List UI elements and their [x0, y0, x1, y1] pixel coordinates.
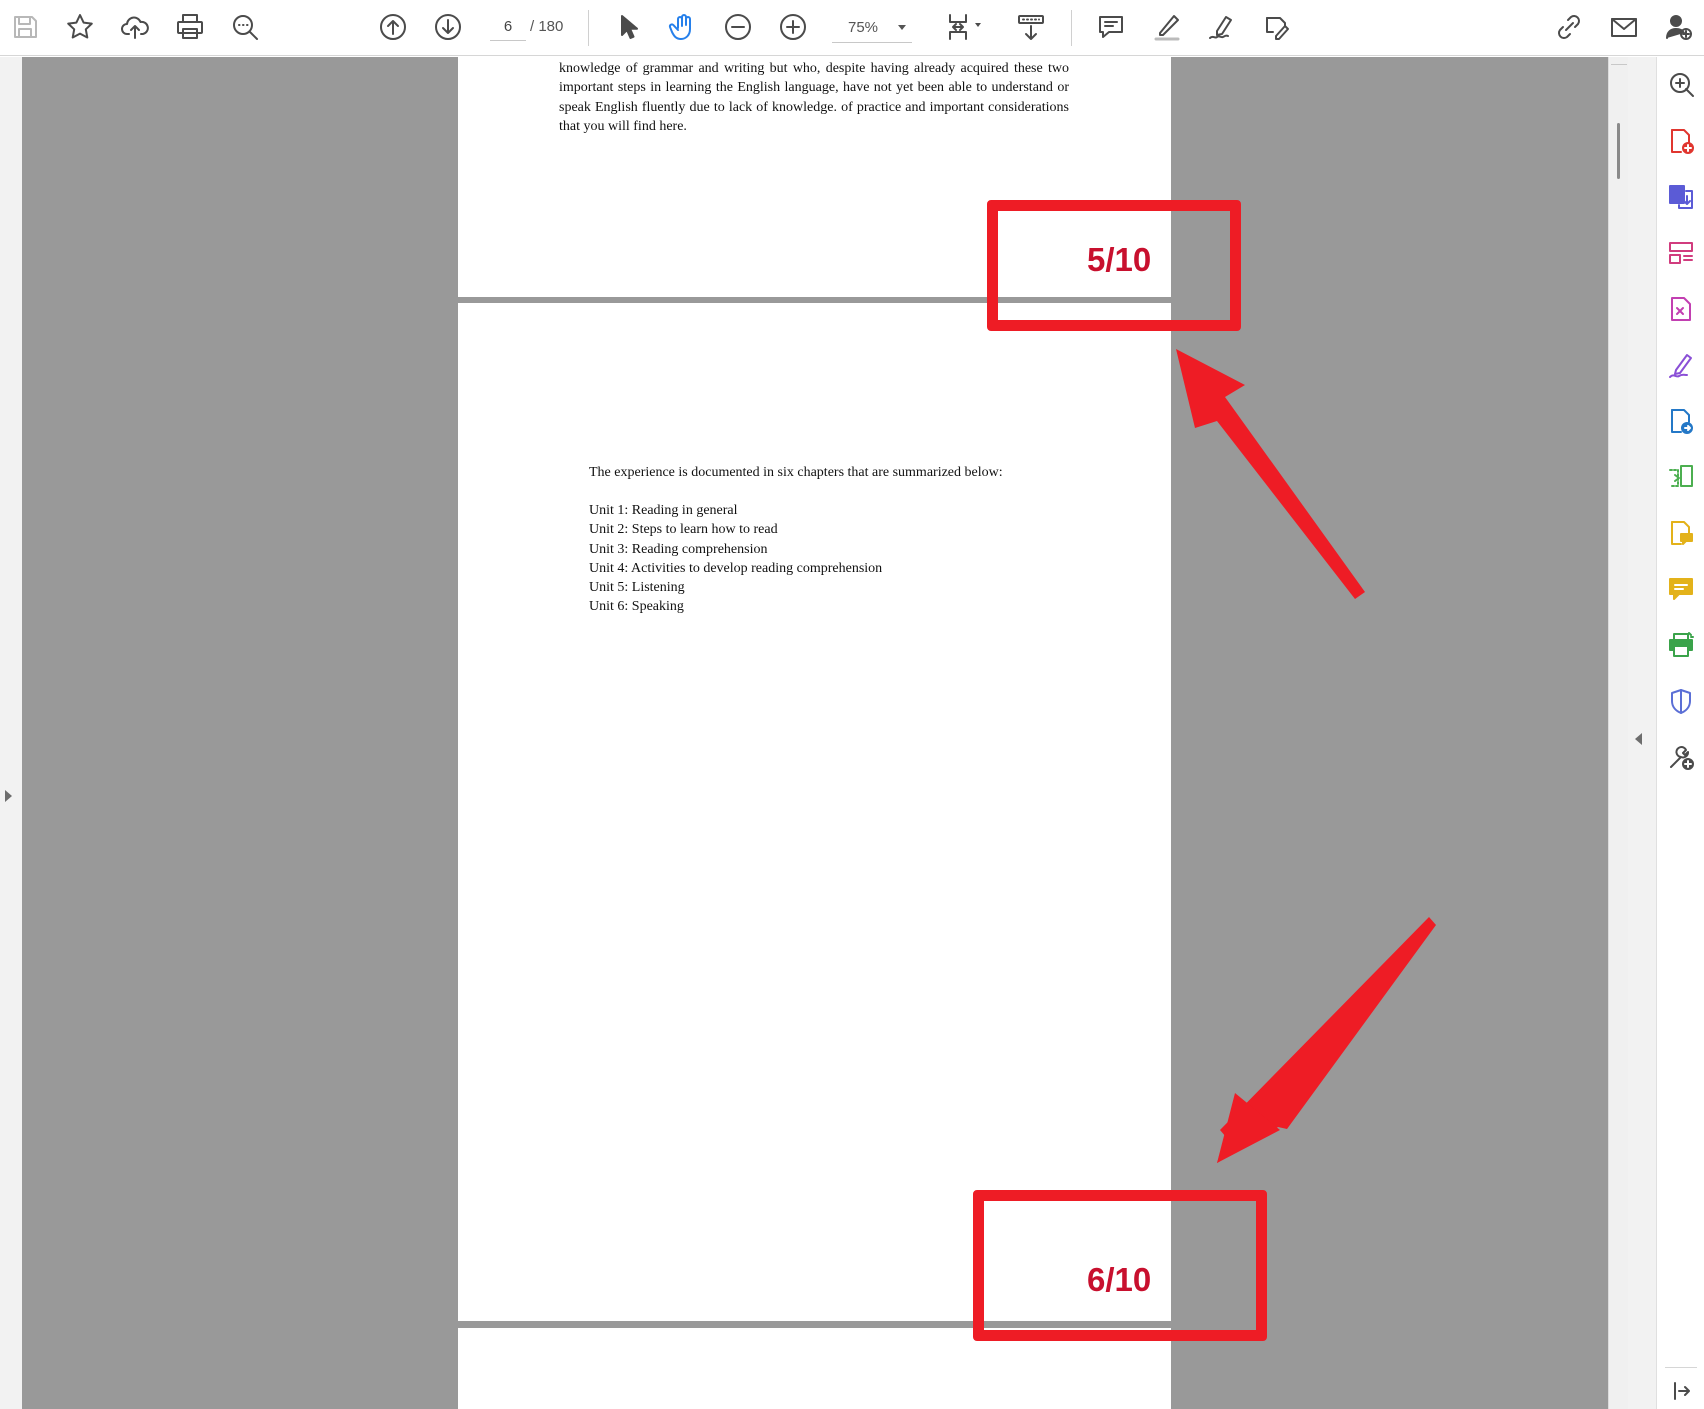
comment-icon[interactable] [1092, 8, 1130, 46]
highlight-box-top [987, 200, 1241, 331]
email-icon[interactable] [1605, 8, 1643, 46]
main-toolbar: / 180 75% [0, 0, 1704, 56]
draw-sign-icon[interactable] [1203, 8, 1241, 46]
combine-files-icon[interactable] [1665, 461, 1697, 493]
search-zoom-icon[interactable] [226, 8, 264, 46]
bookmark-star-icon[interactable] [61, 8, 99, 46]
page-fit-icon[interactable] [940, 8, 988, 46]
highlight-box-bottom [973, 1190, 1267, 1341]
collapse-panel-icon[interactable] [1665, 1375, 1697, 1407]
vertical-scrollbar[interactable] [1608, 57, 1628, 1409]
protect-shield-icon[interactable] [1665, 685, 1697, 717]
list-item: Unit 6: Speaking [589, 599, 684, 615]
left-panel-strip [0, 57, 22, 1409]
organize-pages-icon[interactable] [1665, 237, 1697, 269]
expand-left-panel-icon[interactable] [5, 790, 12, 802]
fill-sign-icon[interactable] [1665, 349, 1697, 381]
scrollbar-thumb[interactable] [1617, 123, 1620, 179]
chapters-intro-text: The experience is documented in six chap… [589, 465, 1003, 480]
document-viewport[interactable]: knowledge of grammar and writing but who… [22, 57, 1608, 1409]
list-item: Unit 2: Steps to learn how to read [589, 522, 778, 538]
right-panel-strip [1628, 57, 1656, 1409]
hand-tool-icon[interactable] [664, 8, 702, 46]
pdf-page-6: The experience is documented in six chap… [458, 303, 1171, 1321]
edit-fill-icon[interactable] [1258, 8, 1296, 46]
print-production-icon[interactable] [1665, 629, 1697, 661]
chevron-down-icon [898, 25, 906, 30]
page-number-input[interactable] [490, 13, 526, 41]
zoom-in-icon[interactable] [774, 8, 812, 46]
units-list: Unit 1: Reading in general Unit 2: Steps… [589, 501, 1129, 617]
cursor-select-icon[interactable] [609, 8, 647, 46]
list-item: Unit 3: Reading comprehension [589, 541, 768, 557]
save-icon[interactable] [6, 8, 44, 46]
more-tools-icon[interactable] [1665, 741, 1697, 773]
scrollbar-top-cap [1611, 57, 1627, 65]
upload-cloud-icon[interactable] [116, 8, 154, 46]
page-up-icon[interactable] [374, 8, 412, 46]
export-pdf-icon[interactable] [1665, 181, 1697, 213]
comment-tool-icon[interactable] [1665, 517, 1697, 549]
sticky-note-icon[interactable] [1665, 573, 1697, 605]
create-pdf-icon[interactable] [1665, 125, 1697, 157]
page-total-label: / 180 [530, 18, 564, 35]
list-item: Unit 1: Reading in general [589, 503, 738, 518]
zoom-dropdown[interactable]: 75% [832, 11, 912, 43]
page-5-body-text: knowledge of grammar and writing but who… [559, 61, 1069, 134]
tools-pane [1656, 57, 1704, 1409]
zoom-out-icon[interactable] [719, 8, 757, 46]
print-icon[interactable] [171, 8, 209, 46]
list-item: Unit 5: Listening [589, 580, 685, 596]
collapse-right-panel-icon[interactable] [1635, 733, 1642, 745]
search-icon[interactable] [1665, 69, 1697, 101]
zoom-value: 75% [848, 19, 879, 36]
add-user-icon[interactable] [1660, 8, 1698, 46]
send-for-signature-icon[interactable] [1665, 405, 1697, 437]
highlight-pen-icon[interactable] [1148, 8, 1186, 46]
list-item: Unit 4: Activities to develop reading co… [589, 560, 883, 576]
edit-pdf-icon[interactable] [1665, 293, 1697, 325]
panel-divider [1665, 1367, 1697, 1368]
share-link-icon[interactable] [1550, 8, 1588, 46]
page-down-icon[interactable] [429, 8, 467, 46]
scroll-mode-icon[interactable] [1012, 8, 1050, 46]
